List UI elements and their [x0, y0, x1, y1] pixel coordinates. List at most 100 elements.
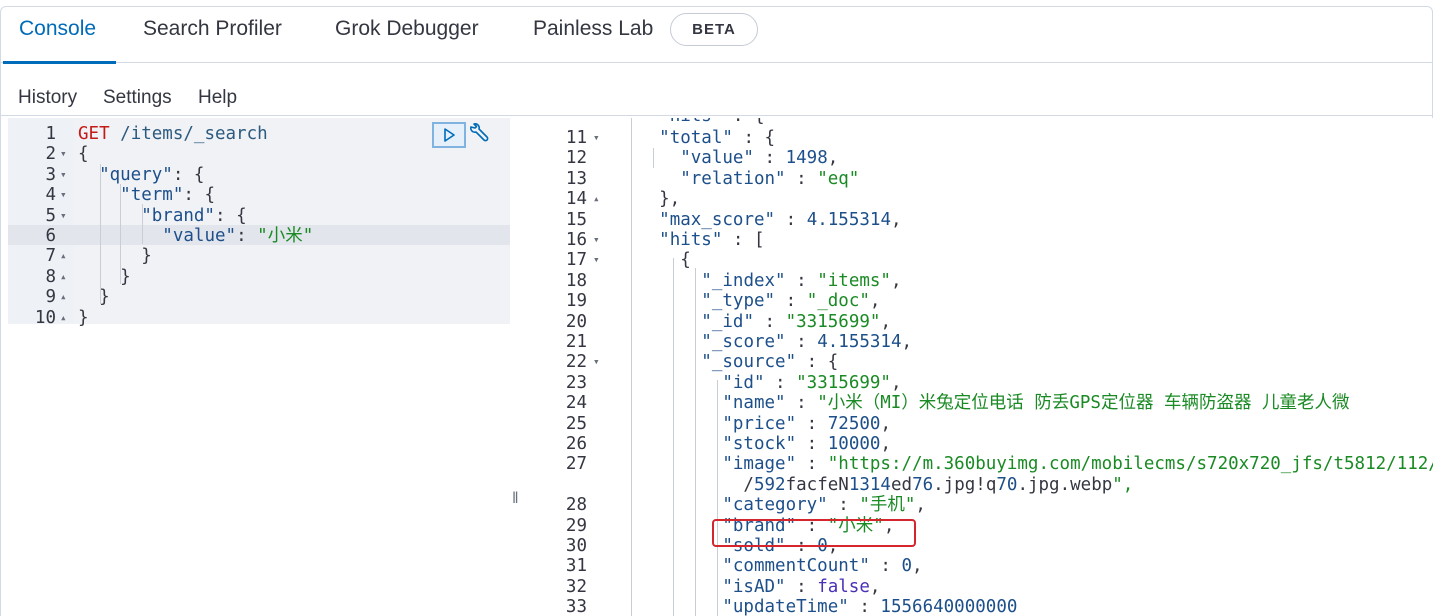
- response-viewer[interactable]: "hits" : { 11 ▾ "total" : {12 "value" : 14…: [535, 118, 1433, 616]
- fold-expand-icon[interactable]: ▴: [593, 189, 600, 209]
- line-number: 29: [565, 515, 587, 536]
- indent-guide: [673, 258, 674, 616]
- code-text: "relation" : "eq": [680, 168, 860, 189]
- response-line: 13 "relation" : "eq": [535, 169, 1433, 189]
- line-number: 6: [45, 226, 56, 246]
- line-number: 23: [565, 372, 587, 393]
- fold-expand-icon[interactable]: ▴: [60, 267, 67, 287]
- line-number: 1: [45, 124, 56, 144]
- wrench-icon: [470, 123, 489, 142]
- response-line: 25 "price" : 72500,: [535, 414, 1433, 434]
- request-line: 9 ▴ }: [8, 287, 510, 307]
- line-number: 17: [565, 250, 587, 271]
- code-text: "image" : "https://m.360buyimg.com/mobil…: [722, 454, 1433, 475]
- fold-collapse-icon[interactable]: ▾: [60, 144, 67, 164]
- code-text: "hits" : {: [617, 118, 764, 126]
- code-text: "_score" : 4.155314,: [701, 332, 913, 352]
- response-line: 16 ▾ "hits" : [: [535, 230, 1433, 250]
- fold-collapse-icon[interactable]: ▾: [60, 185, 67, 205]
- code-text: }: [78, 266, 131, 287]
- line-number: 11: [565, 128, 587, 148]
- code-text: "name" : "小米（MI）米兔定位电话 防丢GPS定位器 车辆防盗器 儿童…: [722, 393, 1350, 414]
- response-line: 24 "name" : "小米（MI）米兔定位电话 防丢GPS定位器 车辆防盗器…: [535, 393, 1433, 413]
- code-text: "_type" : "_doc",: [701, 291, 881, 312]
- fold-expand-icon[interactable]: ▴: [60, 308, 67, 328]
- tab-grok-debugger[interactable]: Grok Debugger: [335, 7, 479, 63]
- response-line: 20 "_id" : "3315699",: [535, 312, 1433, 332]
- line-number: 15: [565, 209, 587, 230]
- line-number: 32: [565, 576, 587, 597]
- response-line: 12 "value" : 1498,: [535, 148, 1433, 168]
- code-text: "max_score" : 4.155314,: [659, 209, 902, 230]
- response-line: 23 "id" : "3315699",: [535, 373, 1433, 393]
- help-link[interactable]: Help: [198, 87, 237, 109]
- fold-expand-icon[interactable]: ▴: [60, 287, 67, 307]
- annotation-highlight-box: [712, 519, 916, 547]
- response-line: 32 "isAD" : false,: [535, 577, 1433, 597]
- request-line: 6 "value": "小米": [8, 226, 510, 246]
- line-number: 24: [565, 393, 587, 414]
- response-line: 29 "brand" : "小米",: [535, 516, 1433, 536]
- response-line: 21 "_score" : 4.155314,: [535, 332, 1433, 352]
- line-number: 14: [565, 189, 587, 210]
- tab-painless-lab[interactable]: Painless Lab: [533, 7, 653, 63]
- line-number: 8: [45, 266, 56, 287]
- tab-console[interactable]: Console: [2, 7, 117, 64]
- play-icon: [444, 128, 455, 142]
- request-editor[interactable]: 1 GET /items/_search 2 ▾{3 ▾ "query": {4 ▾ "t…: [8, 118, 510, 616]
- line-number: 16: [565, 230, 587, 250]
- line-number: 5: [45, 205, 56, 226]
- request-line: 4 ▾ "term": {: [8, 185, 510, 205]
- code-text: "isAD" : false,: [722, 576, 881, 597]
- line-number: 9: [45, 287, 56, 308]
- line-number: 26: [565, 434, 587, 454]
- pane-resize-handle[interactable]: ‖: [512, 490, 522, 512]
- tab-search-profiler[interactable]: Search Profiler: [143, 7, 282, 63]
- code-text: }: [78, 246, 152, 267]
- code-text: "commentCount" : 0,: [722, 556, 923, 577]
- beta-badge: BETA: [670, 13, 758, 46]
- response-line: 11 ▾ "total" : {: [535, 128, 1433, 148]
- line-number: 2: [45, 144, 56, 165]
- response-line: 17 ▾ {: [535, 250, 1433, 270]
- settings-link[interactable]: Settings: [103, 87, 172, 109]
- fold-collapse-icon[interactable]: ▾: [593, 352, 600, 372]
- response-line: 27 "image" : "https://m.360buyimg.com/mo…: [535, 454, 1433, 474]
- code-text: "_index" : "items",: [701, 270, 902, 291]
- line-number: 25: [565, 413, 587, 434]
- send-request-button[interactable]: [432, 122, 466, 148]
- divider: [0, 115, 1433, 116]
- fold-collapse-icon[interactable]: ▾: [60, 206, 67, 226]
- fold-collapse-icon[interactable]: ▾: [593, 230, 600, 250]
- history-link[interactable]: History: [18, 87, 77, 109]
- line-number: 3: [45, 164, 56, 185]
- code-text: "brand": {: [141, 205, 247, 226]
- line-number: 30: [565, 536, 587, 556]
- fold-expand-icon[interactable]: ▴: [60, 246, 67, 266]
- indent-guide: [695, 268, 696, 616]
- response-line: 33 "updateTime" : 1556640000000: [535, 597, 1433, 616]
- response-line: 15 "max_score" : 4.155314,: [535, 210, 1433, 230]
- code-text: "updateTime" : 1556640000000: [722, 597, 1018, 616]
- fold-collapse-icon[interactable]: ▾: [593, 128, 600, 148]
- request-line: 8 ▴ }: [8, 267, 510, 287]
- tab-bar: Console Search Profiler Grok Debugger Pa…: [1, 7, 1432, 64]
- request-options-button[interactable]: [466, 123, 490, 147]
- response-line: /592facfeN1314ed76.jpg!q70.jpg.webp",: [535, 475, 1433, 495]
- response-line: 19 "_type" : "_doc",: [535, 291, 1433, 311]
- code-text: }: [78, 287, 110, 308]
- line-number: 27: [565, 454, 587, 475]
- code-text: "total" : {: [659, 128, 776, 148]
- line-number: 33: [565, 597, 587, 616]
- fold-collapse-icon[interactable]: ▾: [593, 250, 600, 270]
- code-text: }: [78, 307, 89, 328]
- response-line: 26 "stock" : 10000,: [535, 434, 1433, 454]
- line-number: 31: [565, 556, 587, 577]
- fold-collapse-icon[interactable]: ▾: [60, 165, 67, 185]
- response-line: 18 "_index" : "items",: [535, 271, 1433, 291]
- line-number: 20: [565, 311, 587, 332]
- code-text: "stock" : 10000,: [722, 434, 891, 454]
- indent-guide: [631, 118, 632, 616]
- indent-guide: [120, 184, 121, 284]
- line-number: 7: [45, 246, 56, 267]
